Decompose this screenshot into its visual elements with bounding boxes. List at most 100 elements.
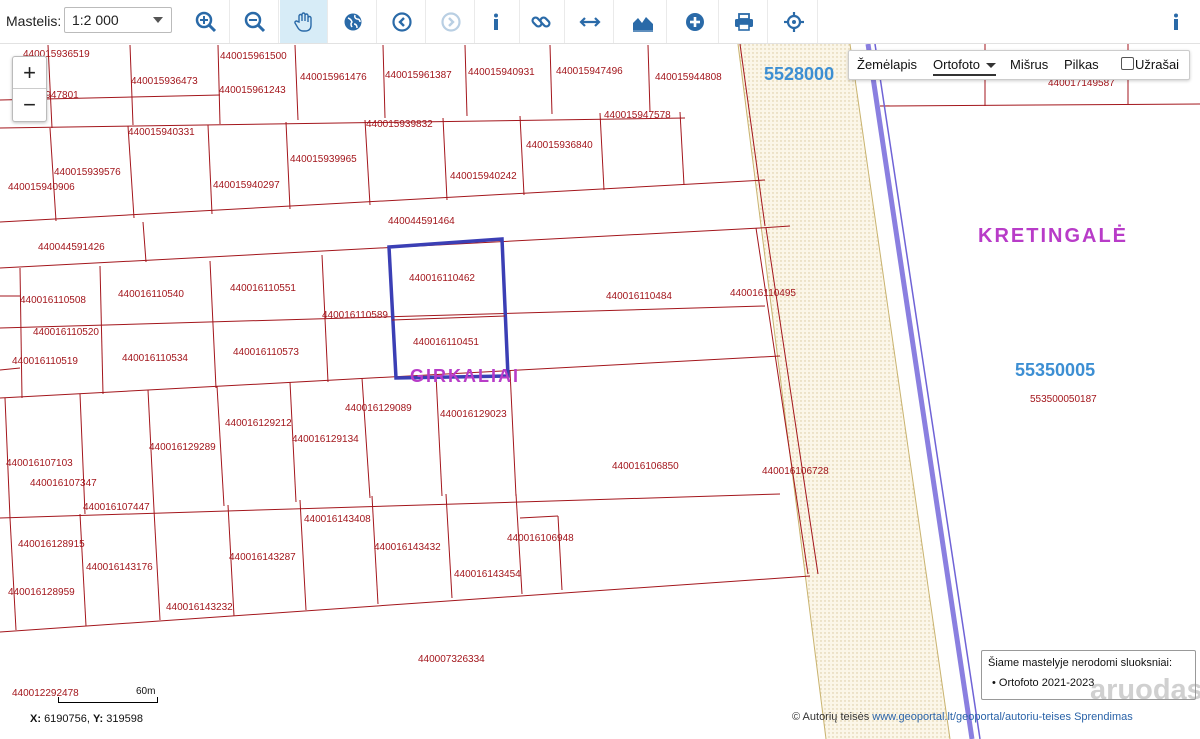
caret-down-icon [985,63,996,69]
attribution: © Autorių teisės www.geoportal.lt/geopor… [792,711,1133,723]
parcel-label: 440015940906 [8,182,75,193]
parcel-label: 440016106948 [507,533,574,544]
back-arrow-icon [391,11,412,32]
parcel-label: 440016143287 [229,552,296,563]
parcel-label: 440015961500 [220,51,287,62]
chevron-down-icon [153,17,163,23]
zoom-in-icon [195,11,216,32]
legend-title: Šiame mastelyje nerodomi sluoksniai: [988,657,1173,669]
info-icon [493,13,498,30]
measure-button[interactable] [566,0,614,43]
region-code-label: 5528000 [764,64,834,84]
place-name-label: KRETINGALĖ [978,224,1128,247]
print-button[interactable] [720,0,768,43]
y-label: Y: [93,713,104,725]
parcel-label: 440016106728 [762,466,829,477]
link-icon [530,15,551,28]
parcel-label: 440015944808 [655,72,722,83]
scale-select[interactable]: 1:2 000 [64,7,172,33]
parcel-label: 440015936473 [131,76,198,87]
info-button[interactable] [472,0,520,43]
profile-button[interactable] [619,0,667,43]
parcel-label: 440015939832 [366,119,433,130]
basemap-option-map[interactable]: Žemėlapis [857,57,917,72]
parcel-label: 440016110508 [20,295,86,306]
labels-toggle-label[interactable]: Užrašai [1135,57,1179,72]
info-icon [1174,13,1178,30]
pan-button[interactable] [280,0,328,43]
parcel-label: 440015961387 [385,70,452,81]
labels-checkbox[interactable] [1121,57,1134,70]
parcel-label: 440015940331 [128,127,195,138]
add-button[interactable] [671,0,719,43]
parcel-label: 553500050187 [1030,394,1097,405]
coordinate-readout: X: 6190756, Y: 319598 [30,713,143,725]
pan-hand-icon [293,11,312,32]
parcel-label: 440044591464 [388,216,455,227]
parcel-label: 440016107103 [6,458,73,469]
parcel-label: 440016143454 [454,569,521,580]
zoom-out-map-button[interactable]: − [13,89,46,120]
parcel-label: 440016110534 [122,353,188,364]
attribution-text: © Autorių teisės [792,711,870,723]
parcel-label: 440015961243 [219,85,286,96]
scale-bar [58,697,158,703]
parcel-label: 440015936840 [526,140,593,151]
scale-label: Mastelis: [6,13,62,29]
add-icon [685,12,704,31]
parcel-label: 440015940931 [468,67,535,78]
parcel-label: 440015939576 [54,167,121,178]
parcel-label: 440016128959 [8,587,75,598]
locate-button[interactable] [770,0,818,43]
parcel-label: 440007326334 [418,654,485,665]
attribution-link[interactable]: www.geoportal.lt/geoportal/autoriu-teise… [872,711,1071,723]
scale-value: 1:2 000 [72,12,119,28]
parcel-label: 440016110573 [233,347,299,358]
parcel-label: 440015947496 [556,66,623,77]
globe-icon [344,13,361,30]
basemap-switcher: Žemėlapis Ortofoto Mišrus Pilkas Užrašai [848,50,1190,80]
parcel-label: 440016110451 [413,337,479,348]
parcel-label: 440016110540 [118,289,184,300]
region-code-label: 55350005 [1015,360,1095,380]
back-button[interactable] [378,0,426,43]
basemap-option-gray[interactable]: Pilkas [1064,57,1099,72]
help-button[interactable] [1152,0,1200,43]
basemap-option-ortho[interactable]: Ortofoto [933,57,996,76]
parcel-label: 440016129289 [149,442,216,453]
parcel-label: 440016129089 [345,403,412,414]
profile-icon [632,16,653,32]
parcel-label: 440016110520 [33,327,99,338]
parcel-label: 440016128915 [18,539,85,550]
scale-bar-label: 60m [136,686,156,697]
parcel-label: 440015940297 [213,180,280,191]
basemap-option-mixed[interactable]: Mišrus [1010,57,1048,72]
parcel-label: 440015947578 [604,110,671,121]
parcel-label: 440015939965 [290,154,357,165]
map-toolbar: Mastelis: 1:2 000 [0,0,1200,44]
parcel-label: 440016106850 [612,461,679,472]
legend-item: • Ortofoto 2021-2023 [992,677,1095,689]
y-value: 319598 [106,713,143,725]
zoom-in-button[interactable] [182,0,230,43]
basemap-option-label: Ortofoto [933,57,980,72]
x-label: X: [30,713,41,725]
forward-button[interactable] [427,0,475,43]
link-button[interactable] [517,0,565,43]
parcel-label: 440016129023 [440,409,507,420]
parcel-label: 440016129134 [292,434,359,445]
zoom-in-map-button[interactable]: + [13,57,46,89]
parcel-label: 440015940242 [450,171,517,182]
parcel-label: 440016110589 [322,310,388,321]
zoom-control: + − [12,56,47,122]
globe-button[interactable] [329,0,377,43]
measure-icon [578,16,601,27]
parcel-label: 440016110484 [606,291,672,302]
map-canvas[interactable]: 440015936519 440015936473 440015961500 4… [0,44,1200,739]
zoom-out-button[interactable] [231,0,279,43]
parcel-label: 440044591426 [38,242,105,253]
attribution-extra[interactable]: Sprendimas [1074,711,1133,723]
legend-item-text: Ortofoto 2021-2023 [998,677,1095,689]
cadastral-map: 440015936519 440015936473 440015961500 4… [0,44,1200,739]
parcel-label: 440016143232 [166,602,233,613]
